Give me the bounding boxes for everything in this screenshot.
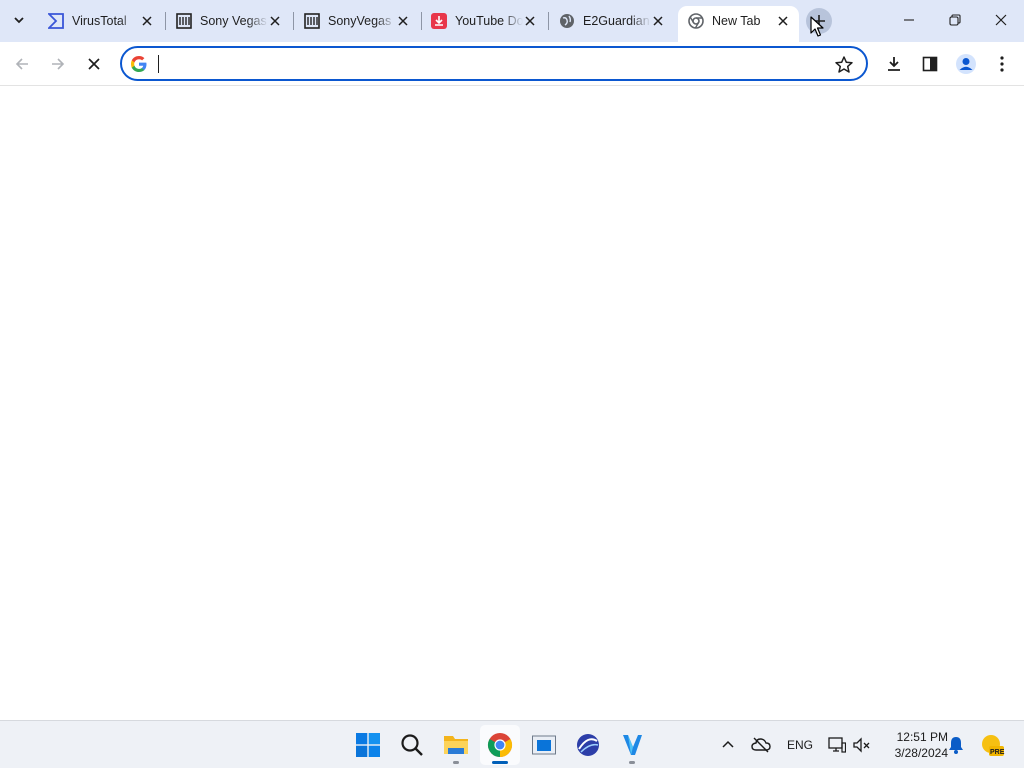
preview-badge-button[interactable]: PRE: [972, 725, 1012, 765]
menu-button[interactable]: [988, 50, 1016, 78]
volume-status[interactable]: [842, 725, 882, 765]
mouse-pointer: [810, 16, 824, 43]
tab-separator: [165, 12, 166, 30]
forward-button[interactable]: [44, 50, 72, 78]
tab-title: Sony Vegas: [200, 14, 267, 28]
restore-icon: [949, 14, 961, 26]
stop-loading-button[interactable]: [80, 50, 108, 78]
side-panel-icon: [922, 56, 938, 72]
close-icon[interactable]: [138, 12, 156, 30]
file-explorer-button[interactable]: [436, 725, 476, 765]
tab-title: VirusTotal: [72, 14, 127, 28]
tab-sony-vegas[interactable]: Sony Vegas: [176, 7, 284, 35]
archive-icon: [176, 13, 192, 29]
speaker-muted-icon: [853, 737, 870, 753]
taskbar: ENG 12:51 PM 3/28/2024 PRE: [0, 720, 1024, 768]
globe-icon: [559, 13, 575, 29]
minimize-icon: [904, 19, 914, 21]
tab-separator: [421, 12, 422, 30]
arrow-left-icon: [15, 58, 28, 70]
file-explorer-icon: [444, 736, 468, 754]
close-icon[interactable]: [394, 12, 412, 30]
tab-virustotal[interactable]: VirusTotal: [48, 7, 156, 35]
tab-title: New Tab: [712, 14, 761, 28]
avatar: [956, 54, 976, 74]
tab-youtube-downloader[interactable]: YouTube Downloader: [431, 7, 539, 35]
tab-separator: [548, 12, 549, 30]
chrome-taskbar-button[interactable]: [480, 725, 520, 765]
tab-new-tab-active[interactable]: New Tab: [678, 6, 799, 42]
vscode-like-icon: [623, 735, 642, 755]
virustotal-icon: [48, 13, 64, 29]
bell-icon: [949, 737, 963, 754]
page-content: [0, 87, 1024, 720]
text-caret: [158, 55, 159, 73]
globe-app-icon: [577, 734, 599, 756]
navigation-toolbar: [0, 42, 1024, 86]
minimize-button[interactable]: [886, 0, 932, 40]
google-g-icon: [131, 56, 147, 72]
onedrive-status[interactable]: [741, 725, 781, 765]
running-indicator: [629, 761, 635, 764]
notifications-button[interactable]: [936, 725, 976, 765]
chrome-icon: [688, 13, 704, 29]
download-icon: [888, 57, 900, 71]
tab-e2guardian[interactable]: E2Guardian: [559, 7, 667, 35]
globe-app-button[interactable]: [568, 725, 608, 765]
profile-button[interactable]: [952, 50, 980, 78]
tab-new-tab[interactable]: New Tab: [688, 7, 792, 35]
search-button[interactable]: [392, 725, 432, 765]
downloads-button[interactable]: [880, 50, 908, 78]
start-icon: [356, 733, 380, 757]
language-indicator[interactable]: ENG: [787, 738, 813, 752]
back-button[interactable]: [8, 50, 36, 78]
tab-search-button[interactable]: [7, 8, 31, 32]
side-panel-button[interactable]: [916, 50, 944, 78]
star-icon[interactable]: [834, 55, 854, 75]
tab-title: SonyVegas: [328, 14, 392, 28]
app-window-button[interactable]: [524, 725, 564, 765]
close-icon[interactable]: [649, 12, 667, 30]
omnibox-input[interactable]: [156, 53, 816, 75]
close-icon[interactable]: [266, 12, 284, 30]
tab-strip: VirusTotal Sony Vegas SonyVegas YouTube …: [0, 0, 1024, 42]
tab-sonyvegas[interactable]: SonyVegas: [304, 7, 412, 35]
close-icon[interactable]: [521, 12, 539, 30]
arrow-right-icon: [52, 58, 65, 70]
tab-title: E2Guardian: [583, 14, 650, 28]
app-window-icon: [532, 735, 556, 755]
active-indicator: [492, 761, 508, 764]
chevron-down-icon: [14, 17, 24, 24]
archive-icon: [304, 13, 320, 29]
tab-separator: [293, 12, 294, 30]
address-bar[interactable]: [120, 46, 868, 81]
preview-badge-label: PRE: [990, 749, 1005, 756]
search-icon: [401, 734, 423, 756]
close-icon: [88, 58, 100, 70]
close-icon: [995, 14, 1007, 26]
tab-title: YouTube Downloader: [455, 14, 523, 28]
restore-button[interactable]: [932, 0, 978, 40]
cloud-offline-icon: [751, 737, 771, 753]
more-vertical-icon: [1000, 56, 1004, 72]
close-icon[interactable]: [774, 12, 792, 30]
running-indicator: [453, 761, 459, 764]
chrome-icon: [487, 733, 513, 757]
download-red-icon: [431, 13, 447, 29]
close-window-button[interactable]: [978, 0, 1024, 40]
editor-app-button[interactable]: [612, 725, 652, 765]
chevron-up-icon: [722, 740, 734, 748]
start-button[interactable]: [348, 725, 388, 765]
